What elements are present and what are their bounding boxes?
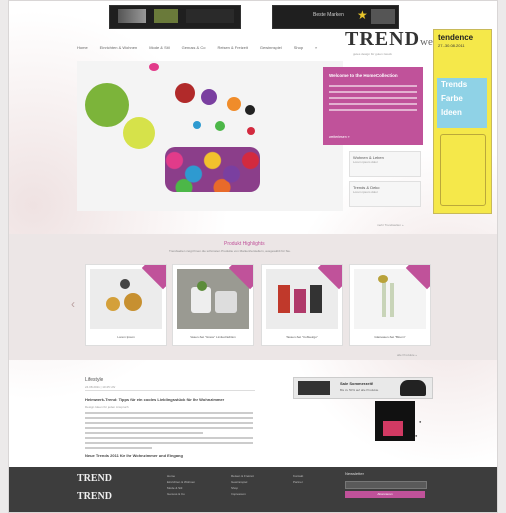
teaser-title: Trends & Deko xyxy=(353,185,380,190)
teaser-sub: Lorem ipsum dolor xyxy=(353,190,378,194)
nav-item-reisen[interactable]: Reisen & Freizeit xyxy=(217,45,247,50)
top-banner-left[interactable] xyxy=(109,5,241,29)
product-card[interactable]: Tassen-Set "Coffee2go" xyxy=(261,264,343,346)
product-card[interactable]: Glasvasen-Set "Bloom" xyxy=(349,264,431,346)
carousel-prev-icon[interactable]: ‹ xyxy=(71,297,75,311)
nav-item-home[interactable]: Home xyxy=(77,45,88,50)
hero-feature-box[interactable]: Welcome to the HomeCollection weiterlese… xyxy=(323,67,423,145)
product-caption: Lorem Ipsum xyxy=(117,335,135,339)
ad-blue-text: Farbe xyxy=(441,94,463,103)
nav-item-more[interactable]: » xyxy=(315,45,317,50)
hero-ball xyxy=(201,89,217,105)
ad-blue-box: Trends Farbe Ideen xyxy=(437,78,487,128)
footer-link[interactable]: Impressum xyxy=(231,491,254,497)
star-icon: ★ xyxy=(357,8,368,22)
hero-ball xyxy=(149,63,159,71)
product-caption: Vasen-Set "Grace" Limited Edition xyxy=(190,335,236,339)
teaser-box-1[interactable]: Wohnen & Leben Lorem ipsum dolor xyxy=(349,151,421,177)
teaser-title: Wohnen & Leben xyxy=(353,155,384,160)
article-subheading: Design Ideen für jeden Anspruch xyxy=(85,405,129,409)
newsletter-label: Newsletter xyxy=(345,471,364,476)
footer-col-1: Home Einrichten & Wohnen Mode & Stil Gen… xyxy=(167,473,195,497)
nav-item-gewinnspiel[interactable]: Gewinnspiel xyxy=(260,45,282,50)
banner-text: Beste Marken xyxy=(313,12,344,18)
promo-image xyxy=(298,381,330,395)
hero-ball xyxy=(215,121,225,131)
nav-item-mode[interactable]: Mode & Stil xyxy=(149,45,169,50)
section-title: Lifestyle xyxy=(85,377,104,383)
more-trendwelten-link[interactable]: mehr Trendwelten » xyxy=(377,223,404,227)
article-heading-2[interactable]: Neue Trends 2011 für Ihr Wohnzimmer und … xyxy=(85,453,183,458)
product-teaser-accent xyxy=(383,421,403,436)
newsletter-email-input[interactable] xyxy=(345,481,427,489)
main-nav: Home Einrichten & Wohnen Mode & Stil Gen… xyxy=(77,45,317,50)
ad-illustration xyxy=(440,134,486,206)
hero-stool xyxy=(165,147,260,192)
top-banner-right[interactable]: Beste Marken ★ xyxy=(272,5,399,29)
logo-tagline: gutes design für guten zweck xyxy=(353,52,392,56)
page: Beste Marken ★ Home Einrichten & Wohnen … xyxy=(8,0,498,513)
footer: TREND TREND Home Einrichten & Wohnen Mod… xyxy=(9,467,497,512)
newsletter-subscribe-button[interactable]: Abonnieren xyxy=(345,491,425,498)
hero-ball xyxy=(247,127,255,135)
ad-brand: tendence xyxy=(438,33,474,42)
dot-icon: ● xyxy=(419,419,422,424)
footer-col-2: Reisen & Freizeit Gewinnspiel Shop Impre… xyxy=(231,473,254,497)
cap-image xyxy=(400,380,426,396)
promo-title: Sale Sommerzeit! xyxy=(340,381,374,386)
hero-ball xyxy=(175,83,195,103)
hero-ball xyxy=(245,105,255,115)
feature-title: Welcome to the HomeCollection xyxy=(329,73,398,78)
product-card[interactable]: Vasen-Set "Grace" Limited Edition xyxy=(172,264,254,346)
feature-text xyxy=(329,85,417,115)
footer-logo[interactable]: TREND xyxy=(77,473,112,484)
promo-banner[interactable]: Sale Sommerzeit! Bis zu 50% auf alle Pro… xyxy=(293,377,433,399)
article-heading[interactable]: Heimwerk-Trend: Tipps für ein cooles Lie… xyxy=(85,397,224,402)
article-date: 24.08.2011 | 10:45 Uhr xyxy=(85,385,116,389)
hero-image[interactable] xyxy=(77,61,343,211)
hero-ball xyxy=(193,121,201,129)
promo-sub: Bis zu 50% auf alle Produkte xyxy=(340,388,379,392)
banner-image xyxy=(371,9,395,24)
footer-link[interactable]: Partner xyxy=(293,479,303,485)
product-caption: Glasvasen-Set "Bloom" xyxy=(374,335,406,339)
banner-image xyxy=(154,9,178,23)
dot-icon: ● xyxy=(415,433,418,438)
ad-brand-sub: 27.-30.08.2011 xyxy=(438,43,465,48)
hero-ball xyxy=(123,117,155,149)
teaser-box-2[interactable]: Trends & Deko Lorem ipsum dolor xyxy=(349,181,421,207)
feature-more-link[interactable]: weiterlesen » xyxy=(329,135,350,139)
product-card[interactable]: Lorem Ipsum xyxy=(85,264,167,346)
divider xyxy=(85,390,255,391)
product-caption: Tassen-Set "Coffee2go" xyxy=(286,335,318,339)
logo-main: TREND xyxy=(345,28,421,50)
all-products-link[interactable]: alle Produkte » xyxy=(397,353,417,357)
ad-blue-text: Trends xyxy=(441,80,468,89)
footer-logo[interactable]: TREND xyxy=(77,491,112,502)
footer-link[interactable]: Genuss & Co xyxy=(167,491,195,497)
banner-image xyxy=(186,9,234,23)
footer-col-3: Kontakt Partner xyxy=(293,473,303,485)
hero-ball xyxy=(85,83,129,127)
products-subtitle: Trendwelten zeigt Ihnen die schönsten Pr… xyxy=(169,249,291,253)
ad-blue-text: Ideen xyxy=(441,108,462,117)
teaser-sub: Lorem ipsum dolor xyxy=(353,160,378,164)
banner-image xyxy=(118,9,146,23)
article-text xyxy=(85,412,253,452)
side-ad[interactable]: tendence 27.-30.08.2011 Trends Farbe Ide… xyxy=(433,29,492,214)
nav-item-genuss[interactable]: Genuss & Co xyxy=(182,45,206,50)
nav-item-einrichten[interactable]: Einrichten & Wohnen xyxy=(100,45,138,50)
nav-item-shop[interactable]: Shop xyxy=(294,45,303,50)
hero-ball xyxy=(227,97,241,111)
products-title: Produkt Highlights xyxy=(224,241,265,247)
